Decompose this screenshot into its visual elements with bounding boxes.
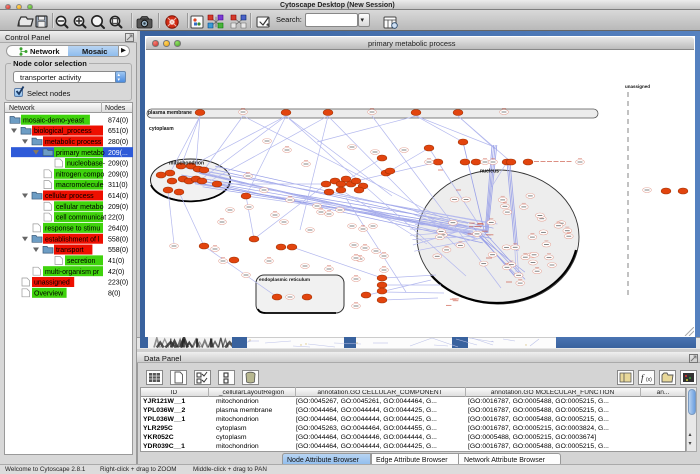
svg-text:614(0): 614(0) — [108, 193, 128, 200]
svg-text:establishment of l: establishment of l — [45, 236, 100, 243]
svg-text:651(0): 651(0) — [108, 128, 128, 135]
svg-text:nitrogen compo: nitrogen compo — [56, 171, 104, 178]
svg-text:(x): (x) — [646, 377, 652, 383]
svg-text:558(0): 558(0) — [108, 236, 128, 243]
svg-text:223(0): 223(0) — [108, 280, 128, 287]
svg-text:nucleobase-: nucleobase- — [67, 161, 106, 168]
svg-text:nucleus: nucleus — [480, 169, 499, 175]
svg-text:cellular metabo: cellular metabo — [56, 204, 104, 211]
svg-text:f: f — [641, 373, 645, 383]
svg-text:264(0): 264(0) — [108, 226, 128, 233]
svg-text:874(0): 874(0) — [108, 117, 128, 124]
svg-text:transport: transport — [56, 247, 84, 254]
svg-text:280(0): 280(0) — [108, 139, 128, 146]
svg-text:plasma membrane: plasma membrane — [148, 110, 192, 116]
svg-text:macromolecule: macromolecule — [56, 182, 104, 189]
svg-text:secretion: secretion — [67, 258, 96, 265]
svg-text:primary metabo: primary metabo — [56, 150, 105, 157]
svg-text:metabolic process: metabolic process — [45, 139, 102, 146]
svg-text:209(0): 209(0) — [108, 161, 128, 168]
svg-text:biological_process: biological_process — [34, 128, 92, 135]
svg-text:209(...: 209(... — [108, 150, 128, 157]
svg-text:8(0): 8(0) — [108, 290, 120, 297]
svg-text:mosaic-demo-yeast: mosaic-demo-yeast — [23, 117, 84, 124]
svg-text:209(0): 209(0) — [108, 171, 128, 178]
svg-text:311(0): 311(0) — [108, 182, 128, 189]
svg-text:22(0): 22(0) — [108, 215, 124, 222]
svg-text:Overview: Overview — [34, 290, 64, 297]
svg-text:41(0): 41(0) — [108, 258, 124, 265]
svg-text:cell communicat: cell communicat — [56, 215, 106, 222]
svg-text:42(0): 42(0) — [108, 269, 124, 276]
svg-text:unassigned: unassigned — [34, 280, 70, 287]
svg-text:endoplasmic reticulum: endoplasmic reticulum — [259, 277, 310, 282]
svg-text:cellular process: cellular process — [45, 193, 94, 200]
svg-text:multi-organism pr: multi-organism pr — [45, 269, 100, 276]
svg-text:209(0): 209(0) — [108, 204, 128, 211]
svg-text:response to stimu: response to stimu — [45, 226, 100, 233]
svg-text:unassigned: unassigned — [625, 84, 650, 89]
svg-text:558(0): 558(0) — [108, 247, 128, 254]
svg-text:mitochondrion: mitochondrion — [169, 161, 204, 167]
svg-text:cytoplasm: cytoplasm — [149, 126, 174, 132]
